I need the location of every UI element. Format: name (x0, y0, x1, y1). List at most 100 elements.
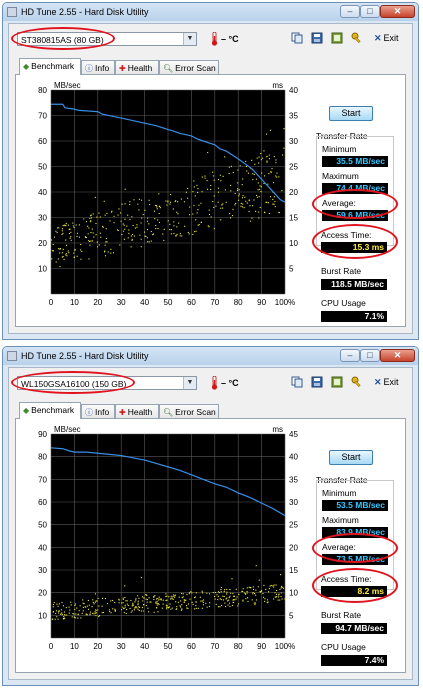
minimize-button[interactable]: – (340, 349, 360, 362)
tab-benchmark[interactable]: ◆ Benchmark (19, 58, 81, 75)
access-time-point (118, 208, 120, 210)
access-time-point (170, 608, 172, 610)
exit-button[interactable]: ✕ Exit (374, 33, 399, 44)
tab-error-scan[interactable]: 🔍︎ Error Scan (159, 60, 219, 74)
access-time-point (220, 586, 222, 588)
drive-select[interactable]: ST380815AS (80 GB) ▼ (17, 32, 197, 46)
access-time-point (281, 586, 283, 588)
access-time-point (170, 193, 172, 196)
tab-info[interactable]: ⓘ Info (81, 404, 115, 418)
start-button[interactable]: Start (329, 450, 373, 465)
tab-benchmark[interactable]: ◆ Benchmark (19, 402, 81, 419)
y-tick-label: 80 (38, 453, 47, 462)
access-time-point (162, 599, 164, 601)
start-button[interactable]: Start (329, 106, 373, 121)
drive-select-value: ST380815AS (80 GB) (21, 35, 104, 45)
access-time-point (130, 611, 132, 613)
options-icon[interactable] (331, 32, 343, 44)
y2-tick-label: 35 (289, 112, 298, 121)
tab-health[interactable]: ✚ Health (115, 404, 159, 418)
access-time-point (233, 599, 235, 601)
access-time-point (52, 611, 54, 613)
burst-rate-value: 118.5 MB/sec (321, 279, 387, 290)
access-time-point (183, 201, 185, 203)
chevron-down-icon[interactable]: ▼ (183, 33, 196, 45)
access-time-point (238, 193, 240, 195)
access-time-point (209, 602, 211, 604)
access-time-point (87, 233, 89, 235)
save-icon[interactable] (311, 376, 323, 388)
access-time-point (76, 232, 78, 234)
keys-icon[interactable] (351, 376, 363, 388)
access-time-point (192, 233, 194, 235)
access-time-point (276, 172, 278, 174)
save-icon[interactable] (311, 32, 323, 44)
access-time-point (219, 598, 221, 600)
access-time-point (97, 609, 99, 611)
access-time-point (121, 233, 123, 236)
access-time-point (89, 217, 91, 219)
x-tick-label: 80 (234, 298, 243, 307)
access-time-point (263, 175, 266, 177)
access-time-point (130, 246, 132, 248)
access-time-point (120, 220, 122, 222)
access-time-point (266, 156, 268, 158)
maximize-button[interactable]: □ (360, 5, 380, 18)
copy-icon[interactable] (291, 32, 303, 44)
access-time-point (183, 601, 185, 603)
access-time-point (275, 584, 277, 586)
access-time-point (192, 213, 194, 215)
access-time-point (90, 232, 92, 234)
tab-error-scan[interactable]: 🔍︎ Error Scan (159, 404, 219, 418)
tab-health[interactable]: ✚ Health (115, 60, 159, 74)
title-bar[interactable]: HD Tune 2.55 - Hard Disk Utility – □ ✕ (3, 347, 418, 365)
access-time-point (95, 610, 97, 612)
access-time-point (61, 252, 64, 254)
chevron-down-icon[interactable]: ▼ (183, 377, 196, 389)
access-time-point (139, 234, 141, 236)
access-time-point (224, 605, 227, 608)
exit-button[interactable]: ✕ Exit (374, 377, 399, 388)
y-tick-label: 70 (38, 112, 47, 121)
access-time-point (89, 240, 91, 243)
access-time-point (156, 604, 158, 606)
access-time-point (82, 602, 84, 604)
y-tick-label: 30 (38, 214, 47, 223)
access-time-point (284, 598, 286, 600)
access-time-point (55, 261, 57, 263)
access-time-point (107, 251, 109, 253)
access-time-point (242, 195, 244, 197)
access-time-point (134, 227, 136, 229)
health-icon: ✚ (119, 408, 126, 417)
access-time-point (277, 596, 280, 598)
access-time-point (276, 176, 278, 178)
access-time-point (161, 607, 163, 609)
access-time-point (55, 610, 57, 612)
keys-icon[interactable] (351, 32, 363, 44)
options-icon[interactable] (331, 376, 343, 388)
maximize-button[interactable]: □ (360, 349, 380, 362)
tab-info[interactable]: ⓘ Info (81, 60, 115, 74)
drive-select[interactable]: WL150GSA16100 (150 GB) ▼ (17, 376, 197, 390)
close-button[interactable]: ✕ (380, 5, 415, 18)
access-time-point (245, 598, 247, 600)
access-time-point (140, 610, 142, 612)
access-time-point (88, 227, 90, 229)
access-time-point (142, 213, 144, 216)
access-time-point (238, 199, 240, 201)
copy-icon[interactable] (291, 376, 303, 388)
access-time-point (259, 206, 261, 209)
access-time-point (170, 595, 172, 597)
access-time-point (135, 605, 137, 608)
access-time-point (269, 196, 272, 198)
access-time-point (224, 189, 226, 191)
close-button[interactable]: ✕ (380, 349, 415, 362)
minimize-button[interactable]: – (340, 5, 360, 18)
access-time-point (226, 593, 228, 595)
access-time-point (261, 157, 264, 159)
access-time-point (169, 223, 171, 225)
access-time-point (274, 596, 276, 598)
access-time-point (255, 589, 257, 591)
title-bar[interactable]: HD Tune 2.55 - Hard Disk Utility – □ ✕ (3, 3, 418, 21)
stats-panel: Transfer Rate Minimum 35.5 MB/sec Maximu… (316, 131, 394, 331)
